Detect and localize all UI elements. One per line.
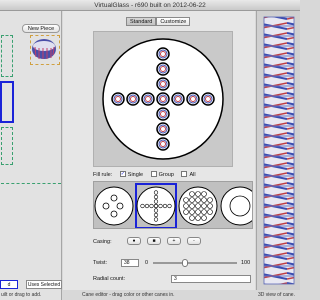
- fill-group-checkbox[interactable]: [150, 170, 157, 177]
- fill-single-checkbox[interactable]: ✓: [119, 170, 126, 177]
- window-title-bar: VirtualGlass - r690 built on 2012-06-22: [0, 0, 300, 11]
- casing-remove-button[interactable]: -: [187, 237, 201, 245]
- status-bar: uilt or drag to add. Cane editor - drag …: [0, 290, 300, 300]
- radial-row: Radial count: 3: [93, 274, 253, 284]
- tab-standard[interactable]: Standard: [126, 17, 157, 26]
- radial-label: Radial count:: [93, 276, 126, 282]
- casing-circle-button[interactable]: ●: [127, 237, 141, 245]
- library-divider: [1, 183, 61, 184]
- library-slot[interactable]: [1, 35, 13, 77]
- casing-label: Casing:: [93, 239, 112, 245]
- twist-row: Twist: 38 0 100: [93, 258, 253, 268]
- status-center: Cane editor - drag color or other canes …: [82, 292, 175, 298]
- template-rings[interactable]: [220, 186, 253, 226]
- editor-mode-tabs: Standard Customize: [126, 17, 191, 26]
- twist-label: Twist:: [93, 260, 108, 266]
- new-piece-button[interactable]: New Piece: [22, 24, 60, 33]
- uses-selected-tab[interactable]: Uses Selected: [26, 280, 62, 289]
- library-panel: New Piece d Uses Selected: [0, 11, 62, 300]
- status-right: 3D view of cane.: [258, 292, 295, 298]
- cane-editor-panel: Standard Customize Fill rule: ✓ Single Gr…: [63, 11, 255, 290]
- casing-square-button[interactable]: ■: [147, 237, 161, 245]
- template-grid[interactable]: [178, 186, 218, 226]
- cane-3d-view[interactable]: [256, 11, 300, 290]
- fill-single-label: Single: [127, 172, 144, 178]
- casing-row: Casing: ● ■ + -: [93, 237, 253, 247]
- status-left: uilt or drag to add.: [1, 292, 42, 298]
- tab-customize[interactable]: Customize: [156, 17, 191, 26]
- twisted-cane-icon: [263, 16, 295, 285]
- fill-rule-row: Fill rule: ✓ Single Group All: [93, 170, 253, 180]
- twist-min-label: 0: [145, 260, 149, 266]
- selected-library-item[interactable]: [0, 81, 14, 123]
- radial-count-input[interactable]: 3: [171, 275, 251, 283]
- template-thumbnails[interactable]: [94, 182, 253, 229]
- template-cross[interactable]: [136, 186, 176, 226]
- fill-group-label: Group: [158, 172, 174, 178]
- selected-tab[interactable]: d: [0, 280, 18, 289]
- fill-rule-label: Fill rule:: [93, 172, 113, 178]
- template-strip[interactable]: [93, 181, 253, 229]
- template-radial[interactable]: [94, 186, 134, 226]
- library-slot[interactable]: [1, 127, 13, 165]
- twist-slider-track[interactable]: [153, 262, 237, 264]
- cane-canvas[interactable]: [93, 31, 233, 167]
- piece-slot[interactable]: [30, 35, 60, 65]
- fill-all-checkbox[interactable]: [181, 170, 188, 177]
- twist-slider-knob[interactable]: [181, 259, 188, 267]
- cane-cross-section[interactable]: [94, 32, 232, 166]
- twist-input[interactable]: 38: [121, 259, 139, 267]
- window-title: VirtualGlass - r690 built on 2012-06-22: [94, 2, 206, 9]
- fill-all-label: All: [189, 172, 196, 178]
- casing-add-button[interactable]: +: [167, 237, 181, 245]
- twist-max-label: 100: [241, 260, 251, 266]
